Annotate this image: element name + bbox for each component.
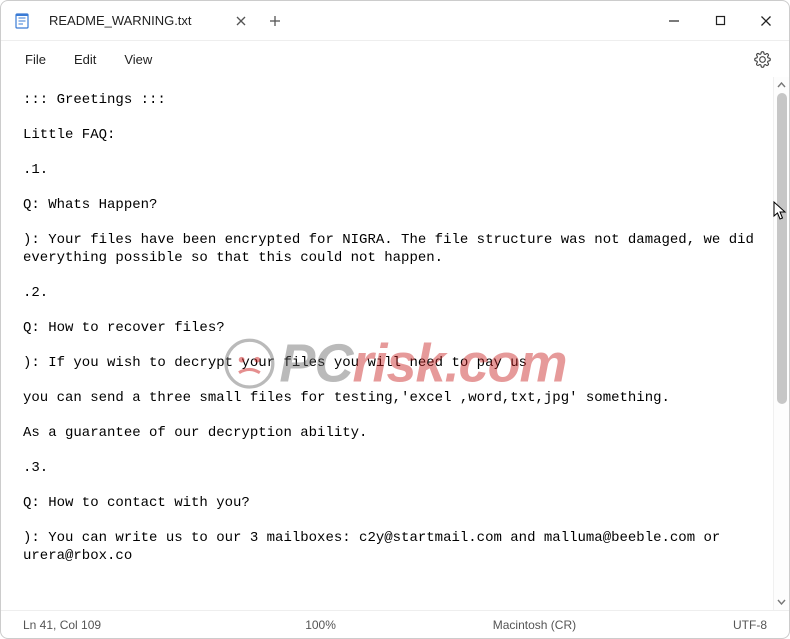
close-window-button[interactable] [743, 1, 789, 41]
settings-button[interactable] [745, 44, 779, 74]
tab-title: README_WARNING.txt [49, 13, 229, 28]
text-line: As a guarantee of our decryption ability… [23, 424, 763, 443]
status-line-ending: Macintosh (CR) [485, 618, 584, 632]
text-line: ::: Greetings ::: [23, 91, 763, 110]
text-line: Little FAQ: [23, 126, 763, 145]
gear-icon [754, 51, 771, 68]
minimize-button[interactable] [651, 1, 697, 41]
content-area: ::: Greetings :::Little FAQ:.1.Q: Whats … [1, 77, 789, 610]
scroll-down-icon[interactable] [774, 594, 789, 610]
new-tab-button[interactable] [259, 5, 291, 37]
text-editor[interactable]: ::: Greetings :::Little FAQ:.1.Q: Whats … [1, 77, 773, 610]
scroll-up-icon[interactable] [774, 77, 789, 93]
text-line: you can send a three small files for tes… [23, 389, 763, 408]
status-encoding: UTF-8 [725, 618, 775, 632]
menu-file[interactable]: File [11, 46, 60, 73]
maximize-button[interactable] [697, 1, 743, 41]
text-line: ): If you wish to decrypt your files you… [23, 354, 763, 373]
text-line: .1. [23, 161, 763, 180]
tab[interactable]: README_WARNING.txt [39, 5, 259, 37]
menu-edit[interactable]: Edit [60, 46, 110, 73]
text-line: Q: How to recover files? [23, 319, 763, 338]
statusbar: Ln 41, Col 109 100% Macintosh (CR) UTF-8 [1, 610, 789, 638]
text-line: ): Your files have been encrypted for NI… [23, 231, 763, 269]
text-line: ): You can write us to our 3 mailboxes: … [23, 529, 763, 567]
window-controls [651, 1, 789, 41]
status-zoom[interactable]: 100% [297, 618, 344, 632]
notepad-icon [13, 12, 31, 30]
text-line: Q: How to contact with you? [23, 494, 763, 513]
close-tab-icon[interactable] [229, 9, 253, 33]
vertical-scrollbar[interactable] [773, 77, 789, 610]
text-line: Q: Whats Happen? [23, 196, 763, 215]
scrollbar-track[interactable] [774, 93, 789, 594]
text-line: .2. [23, 284, 763, 303]
menubar: File Edit View [1, 41, 789, 77]
menu-view[interactable]: View [110, 46, 166, 73]
status-cursor-position: Ln 41, Col 109 [15, 618, 125, 632]
titlebar: README_WARNING.txt [1, 1, 789, 41]
text-line: .3. [23, 459, 763, 478]
scrollbar-thumb[interactable] [777, 93, 787, 404]
